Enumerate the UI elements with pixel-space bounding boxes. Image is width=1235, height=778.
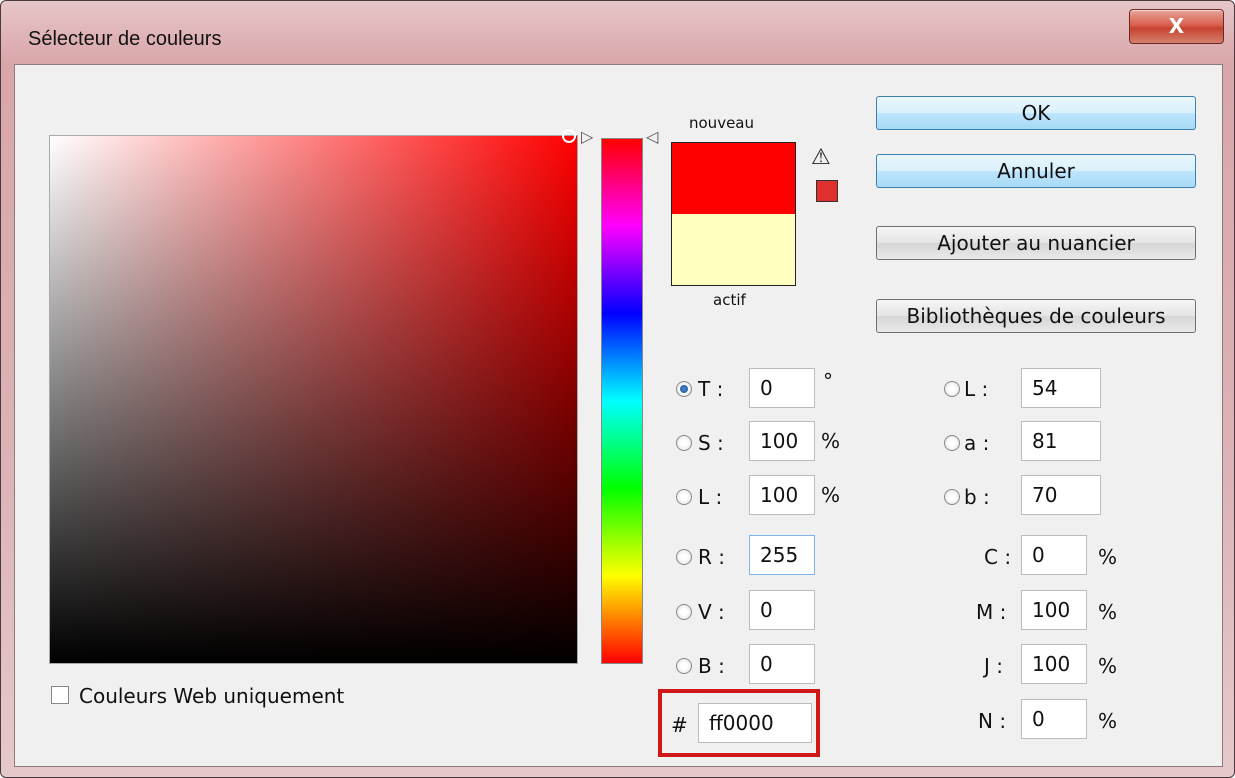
- hue-slider[interactable]: [601, 138, 643, 664]
- blue-radio[interactable]: [676, 658, 692, 674]
- brightness-label: L :: [698, 485, 723, 509]
- ok-button[interactable]: OK: [876, 96, 1196, 130]
- cyan-input[interactable]: 0: [1021, 535, 1087, 575]
- hue-slider-left-arrow-icon[interactable]: ▷: [581, 129, 593, 145]
- add-to-swatches-button[interactable]: Ajouter au nuancier: [876, 226, 1196, 260]
- lab-l-label: L :: [964, 377, 989, 401]
- new-color-label: nouveau: [689, 114, 754, 132]
- cyan-label: C :: [984, 545, 1012, 569]
- saturation-radio[interactable]: [676, 435, 692, 451]
- lab-b-input[interactable]: 70: [1021, 475, 1101, 515]
- cancel-button[interactable]: Annuler: [876, 154, 1196, 188]
- red-label: R :: [698, 545, 725, 569]
- color-preview: [671, 142, 796, 286]
- lab-l-input[interactable]: 54: [1021, 368, 1101, 408]
- magenta-input[interactable]: 100: [1021, 590, 1087, 630]
- color-picker-dialog: Sélecteur de couleurs X ▷ ◁ nouveau acti…: [0, 0, 1235, 778]
- hex-label: #: [671, 713, 688, 737]
- magenta-unit: %: [1098, 600, 1118, 624]
- black-input[interactable]: 0: [1021, 699, 1087, 739]
- magenta-label: M :: [976, 600, 1007, 624]
- lab-b-label: b :: [964, 485, 990, 509]
- black-label: N :: [978, 709, 1007, 733]
- green-label: V :: [698, 600, 725, 624]
- yellow-input[interactable]: 100: [1021, 644, 1087, 684]
- window-title: Sélecteur de couleurs: [28, 28, 222, 50]
- color-libraries-button[interactable]: Bibliothèques de couleurs: [876, 299, 1196, 333]
- blue-input[interactable]: 0: [749, 644, 815, 684]
- saturation-input[interactable]: 100: [749, 421, 815, 461]
- lab-l-radio[interactable]: [944, 381, 960, 397]
- green-radio[interactable]: [676, 604, 692, 620]
- current-color-swatch[interactable]: [672, 214, 795, 285]
- field-picker-marker[interactable]: [562, 129, 576, 143]
- yellow-label: J :: [984, 654, 1003, 678]
- saturation-brightness-field[interactable]: [49, 135, 578, 664]
- green-input[interactable]: 0: [749, 590, 815, 630]
- hue-label: T :: [698, 377, 724, 401]
- brightness-input[interactable]: 100: [749, 475, 815, 515]
- saturation-unit: %: [821, 429, 841, 453]
- red-input[interactable]: 255: [749, 535, 815, 575]
- gamut-color-swatch[interactable]: [816, 180, 838, 202]
- lab-a-input[interactable]: 81: [1021, 421, 1101, 461]
- yellow-unit: %: [1098, 654, 1118, 678]
- lab-b-radio[interactable]: [944, 489, 960, 505]
- brightness-radio[interactable]: [676, 489, 692, 505]
- web-colors-only-label[interactable]: Couleurs Web uniquement: [79, 684, 344, 708]
- warning-triangle-icon[interactable]: ⚠: [811, 145, 831, 170]
- title-bar[interactable]: Sélecteur de couleurs X: [1, 1, 1234, 63]
- hue-unit: °: [823, 369, 833, 393]
- current-color-label: actif: [713, 291, 746, 309]
- black-unit: %: [1098, 709, 1118, 733]
- web-colors-only-checkbox[interactable]: [51, 686, 69, 704]
- lab-a-label: a :: [964, 431, 990, 455]
- new-color-swatch: [672, 143, 795, 214]
- hue-radio[interactable]: [676, 381, 692, 397]
- hue-slider-right-arrow-icon[interactable]: ◁: [646, 129, 658, 145]
- hex-input[interactable]: ff0000: [698, 703, 812, 743]
- blue-label: B :: [698, 654, 725, 678]
- close-button[interactable]: X: [1129, 9, 1224, 44]
- lab-a-radio[interactable]: [944, 435, 960, 451]
- cyan-unit: %: [1098, 545, 1118, 569]
- hue-input[interactable]: 0: [749, 368, 815, 408]
- brightness-unit: %: [821, 483, 841, 507]
- saturation-label: S :: [698, 431, 724, 455]
- red-radio[interactable]: [676, 549, 692, 565]
